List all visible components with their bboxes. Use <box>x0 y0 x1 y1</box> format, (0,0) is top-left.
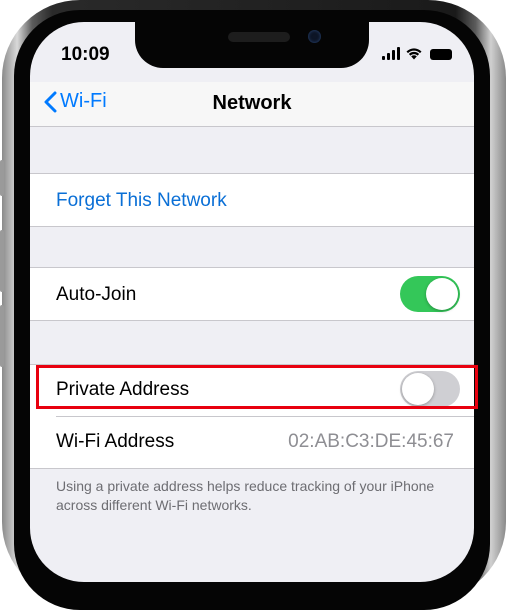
navigation-bar: Wi-Fi Network <box>30 82 474 126</box>
address-group: Private Address Wi-Fi Address 02:AB:C3:D… <box>30 364 474 469</box>
wifi-address-label: Wi-Fi Address <box>56 431 175 452</box>
speaker-grille <box>228 32 290 42</box>
toggle-knob <box>402 373 434 405</box>
status-icons <box>382 47 452 60</box>
volume-down-button <box>0 305 4 367</box>
toggle-knob <box>426 278 458 310</box>
notch <box>135 22 369 68</box>
auto-join-label: Auto-Join <box>56 284 137 305</box>
auto-join-toggle[interactable] <box>400 276 460 312</box>
front-camera <box>308 30 321 43</box>
private-address-toggle[interactable] <box>400 371 460 407</box>
side-button <box>0 160 4 196</box>
battery-icon <box>430 49 452 60</box>
forget-network-link[interactable]: Forget This Network <box>56 190 227 212</box>
private-address-label: Private Address <box>56 379 190 400</box>
row-divider <box>56 416 474 417</box>
private-address-footnote: Using a private address helps reduce tra… <box>56 478 435 513</box>
page-title: Network <box>212 92 292 114</box>
auto-join-cell: Auto-Join <box>30 267 474 321</box>
phone-screen: 10:09 Wi-Fi Network Forget This Network … <box>30 22 474 582</box>
cellular-signal-icon <box>382 47 400 60</box>
wifi-icon <box>406 48 422 60</box>
forget-network-cell[interactable]: Forget This Network <box>30 173 474 227</box>
nav-divider <box>30 126 474 127</box>
volume-up-button <box>0 230 4 292</box>
status-time: 10:09 <box>61 44 110 65</box>
wifi-address-value: 02:AB:C3:DE:45:67 <box>288 431 454 452</box>
